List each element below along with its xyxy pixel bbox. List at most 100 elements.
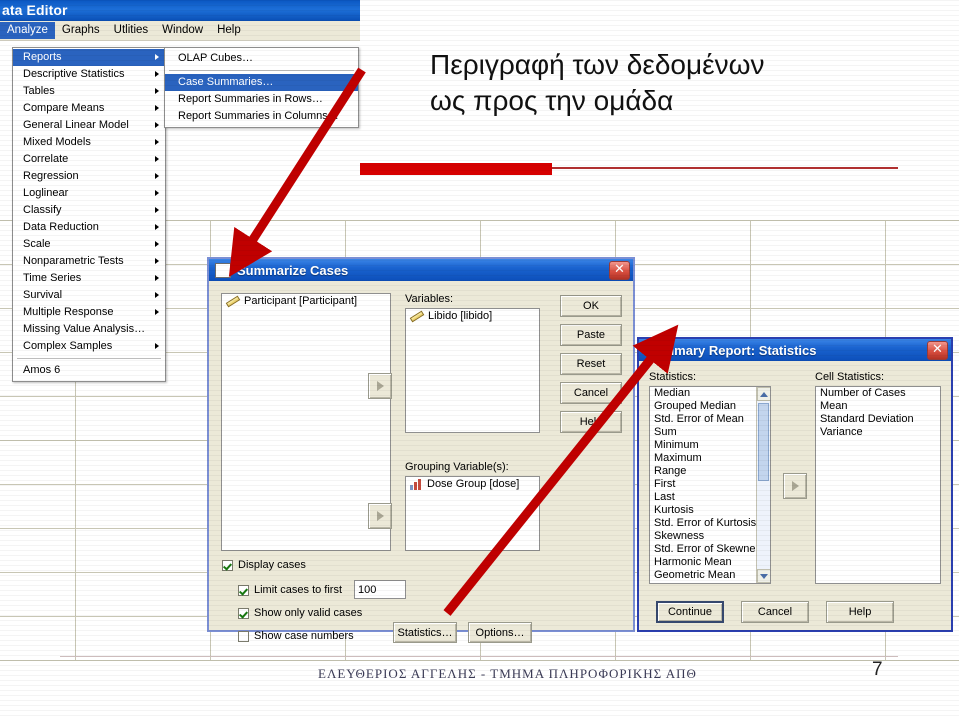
- display-cases-checkbox[interactable]: Display cases: [222, 559, 306, 571]
- menu-item-label: Tables: [23, 85, 55, 97]
- menu-item-label: Correlate: [23, 153, 69, 165]
- menu-item-general-linear-model[interactable]: General Linear Model: [13, 117, 165, 134]
- list-item[interactable]: Grouped Median: [650, 400, 756, 413]
- list-item[interactable]: Standard Deviation: [816, 413, 940, 426]
- menu-item-label: Loglinear: [23, 187, 69, 199]
- menu-item-loglinear[interactable]: Loglinear: [13, 185, 165, 202]
- list-item[interactable]: Harmonic Mean: [650, 556, 756, 569]
- scroll-up-icon[interactable]: [757, 387, 770, 401]
- window-system-icon[interactable]: [215, 262, 231, 278]
- statistics-list[interactable]: Median Grouped Median Std. Error of Mean Su…: [649, 386, 771, 584]
- menu-item-reports[interactable]: Reports: [13, 49, 165, 66]
- menu-item-label: Multiple Response: [23, 306, 114, 318]
- menu-item-label: Descriptive Statistics: [23, 68, 125, 80]
- menu-item-correlate[interactable]: Correlate: [13, 151, 165, 168]
- menubar-item-window[interactable]: Window: [155, 22, 210, 39]
- list-item[interactable]: Std. Error of Kurtosis: [650, 517, 756, 530]
- cell-statistics-list[interactable]: Number of Cases Mean Standard Deviation Var…: [815, 386, 941, 584]
- paste-button[interactable]: Paste: [560, 324, 622, 346]
- cancel-button[interactable]: Cancel: [560, 382, 622, 404]
- list-item[interactable]: Dose Group [dose]: [406, 477, 539, 491]
- list-item[interactable]: Last: [650, 491, 756, 504]
- list-item[interactable]: First: [650, 478, 756, 491]
- statistics-label: Statistics:: [649, 371, 697, 383]
- menu-item-missing-value-analysis[interactable]: Missing Value Analysis…: [13, 321, 165, 338]
- menu-item-multiple-response[interactable]: Multiple Response: [13, 304, 165, 321]
- statistics-button[interactable]: Statistics…: [393, 622, 457, 643]
- variables-list[interactable]: Libido [libido]: [405, 308, 540, 433]
- close-icon[interactable]: ✕: [609, 260, 630, 280]
- move-to-cell-statistics-button[interactable]: [783, 473, 807, 499]
- chevron-right-icon: [791, 481, 799, 491]
- menu-item-compare-means[interactable]: Compare Means: [13, 100, 165, 117]
- list-item[interactable]: Std. Error of Mean: [650, 413, 756, 426]
- menu-item-mixed-models[interactable]: Mixed Models: [13, 134, 165, 151]
- source-variable-list[interactable]: Participant [Participant]: [221, 293, 391, 551]
- summary-report-statistics-dialog[interactable]: Summary Report: Statistics ✕ Statistics:…: [637, 337, 953, 632]
- list-item[interactable]: Range: [650, 465, 756, 478]
- limit-cases-checkbox[interactable]: Limit cases to first: [238, 584, 342, 596]
- menu-item-time-series[interactable]: Time Series: [13, 270, 165, 287]
- help-button[interactable]: Help: [560, 411, 622, 433]
- continue-button[interactable]: Continue: [656, 601, 724, 623]
- close-icon[interactable]: ✕: [927, 340, 948, 360]
- menu-item-classify[interactable]: Classify: [13, 202, 165, 219]
- list-item[interactable]: Skewness: [650, 530, 756, 543]
- menu-item-data-reduction[interactable]: Data Reduction: [13, 219, 165, 236]
- spss-menubar[interactable]: Analyze Graphs Utlities Window Help: [0, 21, 360, 41]
- menu-item-regression[interactable]: Regression: [13, 168, 165, 185]
- list-item[interactable]: Geometric Mean: [650, 569, 756, 582]
- menubar-item-graphs[interactable]: Graphs: [55, 22, 107, 39]
- options-button[interactable]: Options…: [468, 622, 532, 643]
- list-item[interactable]: Participant [Participant]: [222, 294, 390, 308]
- submenu-item-report-summaries-in-columns[interactable]: Report Summaries in Columns…: [165, 108, 358, 125]
- summarize-cases-dialog[interactable]: Summarize Cases ✕ Participant [Participa…: [207, 257, 635, 643]
- menu-item-complex-samples[interactable]: Complex Samples: [13, 338, 165, 355]
- show-case-numbers-checkbox[interactable]: Show case numbers: [238, 630, 354, 642]
- list-item[interactable]: Std. Error of Skewne: [650, 543, 756, 556]
- list-item[interactable]: Kurtosis: [650, 504, 756, 517]
- statistics-scrollbar[interactable]: [756, 387, 770, 583]
- list-item[interactable]: Sum: [650, 426, 756, 439]
- menu-item-label: Data Reduction: [23, 221, 99, 233]
- list-item[interactable]: Minimum: [650, 439, 756, 452]
- list-item[interactable]: Libido [libido]: [406, 309, 539, 323]
- scroll-down-icon[interactable]: [757, 569, 770, 583]
- cancel-button[interactable]: Cancel: [741, 601, 809, 623]
- chevron-right-icon: [155, 292, 159, 298]
- summary-report-titlebar: Summary Report: Statistics ✕: [639, 339, 951, 361]
- list-item[interactable]: Maximum: [650, 452, 756, 465]
- submenu-item-case-summaries[interactable]: Case Summaries…: [165, 74, 358, 91]
- analyze-dropdown-menu[interactable]: Reports Descriptive Statistics Tables Compa…: [12, 47, 166, 382]
- menu-item-label: Missing Value Analysis…: [23, 323, 146, 335]
- scrollbar-thumb[interactable]: [758, 403, 769, 481]
- show-only-valid-cases-checkbox[interactable]: Show only valid cases: [238, 607, 362, 619]
- spss-window-title: ata Editor: [0, 0, 360, 21]
- list-item[interactable]: Number of Cases: [816, 387, 940, 400]
- footer-text: ΕΛΕΥΘΕΡΙΟΣ ΑΓΓΕΛΗΣ - ΤΜΗΜΑ ΠΛΗΡΟΦΟΡΙΚΗΣ …: [318, 666, 697, 681]
- list-item[interactable]: Mean: [816, 400, 940, 413]
- submenu-item-olap-cubes[interactable]: OLAP Cubes…: [165, 50, 358, 67]
- menu-item-survival[interactable]: Survival: [13, 287, 165, 304]
- ok-button[interactable]: OK: [560, 295, 622, 317]
- list-item[interactable]: Median: [650, 387, 756, 400]
- limit-cases-input[interactable]: 100: [354, 580, 406, 599]
- reports-submenu[interactable]: OLAP Cubes… Case Summaries… Report Summari…: [164, 47, 359, 128]
- menu-item-amos-6[interactable]: Amos 6: [13, 362, 165, 379]
- menubar-item-utlities[interactable]: Utlities: [107, 22, 156, 39]
- submenu-item-report-summaries-in-rows[interactable]: Report Summaries in Rows…: [165, 91, 358, 108]
- move-to-variables-button[interactable]: [368, 373, 392, 399]
- menu-item-scale[interactable]: Scale: [13, 236, 165, 253]
- move-to-grouping-button[interactable]: [368, 503, 392, 529]
- checkbox-label: Show case numbers: [254, 630, 354, 642]
- list-item[interactable]: Variance: [816, 426, 940, 439]
- menubar-item-help[interactable]: Help: [210, 22, 248, 39]
- grouping-variables-list[interactable]: Dose Group [dose]: [405, 476, 540, 551]
- title-accent-line: [552, 167, 898, 169]
- reset-button[interactable]: Reset: [560, 353, 622, 375]
- help-button[interactable]: Help: [826, 601, 894, 623]
- menu-item-descriptive-statistics[interactable]: Descriptive Statistics: [13, 66, 165, 83]
- menubar-item-analyze[interactable]: Analyze: [0, 22, 55, 39]
- menu-item-tables[interactable]: Tables: [13, 83, 165, 100]
- menu-item-nonparametric-tests[interactable]: Nonparametric Tests: [13, 253, 165, 270]
